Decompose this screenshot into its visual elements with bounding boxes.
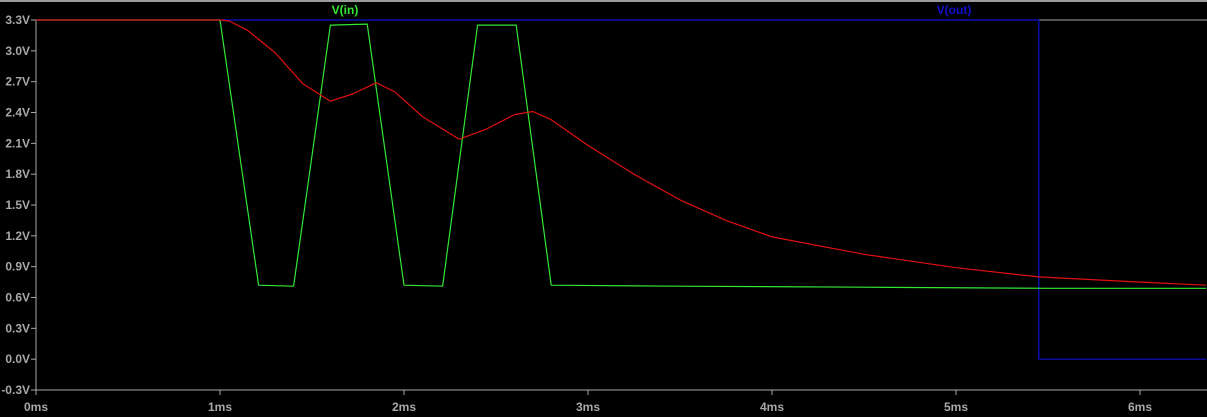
trace-labels: V(in) V(out) xyxy=(332,3,972,17)
x-tick-label: 2ms xyxy=(392,400,416,414)
x-tick-label: 0ms xyxy=(24,400,48,414)
y-tick-label: 3.0V xyxy=(5,44,30,58)
legend-label-vin[interactable]: V(in) xyxy=(332,3,359,17)
x-tick-label: 6ms xyxy=(1128,400,1152,414)
y-tick-label: 1.2V xyxy=(5,229,30,243)
y-tick-label: 2.7V xyxy=(5,75,30,89)
trace-vin[interactable] xyxy=(36,19,1207,289)
trace-vout[interactable] xyxy=(36,19,1207,360)
legend-label-vout[interactable]: V(out) xyxy=(937,3,972,17)
x-tick-label: 3ms xyxy=(576,400,600,414)
waveform-plot[interactable]: 3.3V 3.0V 2.7V 2.4V 2.1V 1.8V 1.5V 1.2V 0.9V 0.6V… xyxy=(0,0,1207,417)
y-tick-label: 1.5V xyxy=(5,198,30,212)
x-tick-label: 5ms xyxy=(944,400,968,414)
y-tick-label: -0.3V xyxy=(1,383,30,397)
y-tick-label: 1.8V xyxy=(5,167,30,181)
y-tick-label: 2.4V xyxy=(5,106,30,120)
traces xyxy=(36,19,1207,360)
trace-unlabeled-red[interactable] xyxy=(36,19,1207,286)
y-tick-label: 0.0V xyxy=(5,352,30,366)
y-tick-label: 0.3V xyxy=(5,321,30,335)
x-tick-label: 4ms xyxy=(760,400,784,414)
y-tick-label: 0.9V xyxy=(5,260,30,274)
axes: 3.3V 3.0V 2.7V 2.4V 2.1V 1.8V 1.5V 1.2V 0.9V 0.6V… xyxy=(1,13,1207,414)
x-tick-label: 1ms xyxy=(208,400,232,414)
y-tick-label: 0.6V xyxy=(5,291,30,305)
y-tick-label: 3.3V xyxy=(5,13,30,27)
y-tick-label: 2.1V xyxy=(5,136,30,150)
